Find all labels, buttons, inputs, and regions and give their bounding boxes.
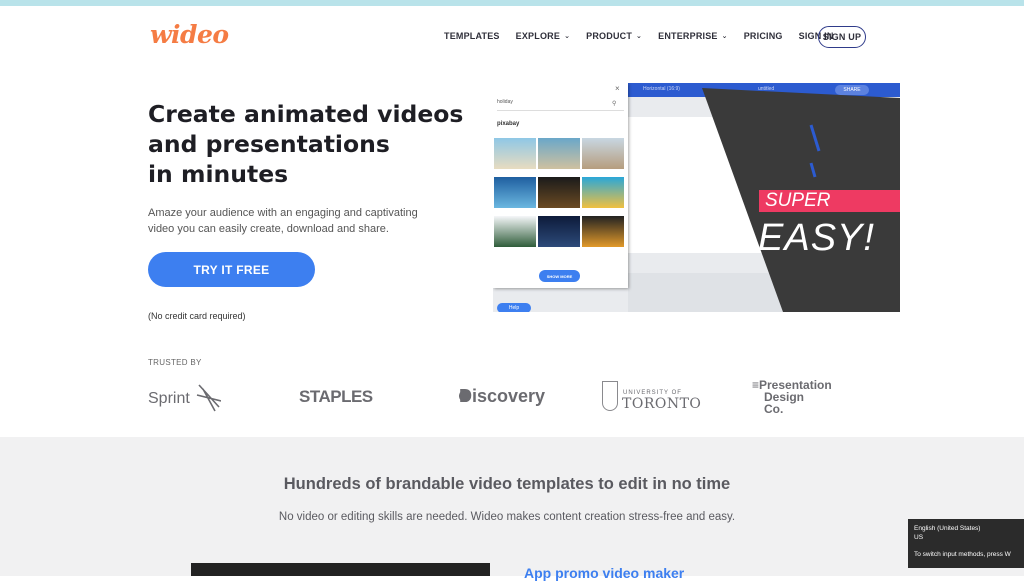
easy-overlay-text: EASY! — [758, 217, 875, 259]
hero-title-line: and presentations — [148, 130, 390, 158]
main-nav: TEMPLATES EXPLORE ⌄ PRODUCT ⌄ ENTERPRISE ⌄ … — [444, 31, 850, 41]
hero-subtitle-line: video you can easily create, download an… — [148, 223, 389, 235]
nav-label: EXPLORE — [515, 31, 561, 41]
editor-preview-image: Horizontal (16:9) untitled SHARE SUPER E… — [493, 83, 900, 312]
media-search-field: holiday — [497, 99, 624, 111]
chevron-down-icon: ⌄ — [564, 33, 571, 40]
media-thumbnail — [582, 216, 624, 247]
templates-section — [0, 437, 1024, 576]
media-thumbnail — [494, 177, 536, 208]
media-search-popup: × holiday ⚲ pixabay SHOW MORE — [493, 83, 628, 288]
chevron-down-icon: ⌄ — [721, 33, 728, 40]
super-overlay-text: SUPER — [759, 190, 900, 212]
media-thumbnail — [582, 138, 624, 169]
chevron-down-icon: ⌄ — [636, 33, 643, 40]
sprint-mark-icon — [196, 384, 221, 412]
nav-label: PRODUCT — [586, 31, 633, 41]
presentation-design-co-logo: ≡Presentation Design Co. — [752, 379, 832, 415]
nav-label: ENTERPRISE — [658, 31, 718, 41]
trusted-by-label: TRUSTED BY — [148, 358, 202, 367]
wideo-logo[interactable]: wideo — [150, 20, 229, 49]
media-thumbnail — [538, 177, 580, 208]
discovery-logo: Discovery — [459, 386, 546, 406]
editor-help-button: Help — [497, 303, 531, 312]
hero-title-line: in minutes — [148, 160, 289, 188]
nav-item-enterprise[interactable]: ENTERPRISE ⌄ — [658, 31, 728, 41]
tooltip-hint: To switch input methods, press W — [914, 551, 1011, 558]
pixabay-logo: pixabay — [497, 121, 520, 127]
media-thumbnail — [582, 177, 624, 208]
media-thumbnail — [494, 216, 536, 247]
nav-item-pricing[interactable]: PRICING — [744, 31, 783, 41]
templates-section-subtitle: No video or editing skills are needed. W… — [278, 511, 736, 523]
input-method-tooltip: English (United States) US To switch inp… — [908, 519, 1024, 568]
nav-label: TEMPLATES — [444, 31, 500, 41]
nav-item-product[interactable]: PRODUCT ⌄ — [586, 31, 642, 41]
media-thumbnail — [494, 138, 536, 169]
template-video-preview[interactable] — [191, 563, 490, 576]
nav-item-templates[interactable]: TEMPLATES — [444, 31, 500, 41]
media-thumbnail-grid — [494, 138, 627, 247]
nav-item-explore[interactable]: EXPLORE ⌄ — [516, 31, 571, 41]
media-thumbnail — [538, 138, 580, 169]
nav-label: PRICING — [743, 31, 783, 41]
template-title-link[interactable]: App promo video maker — [524, 565, 684, 581]
sign-up-button[interactable]: SIGN UP — [818, 26, 866, 48]
sprint-logo: Sprint — [148, 390, 190, 407]
hero-title: Create animated videos and presentations… — [148, 99, 488, 189]
tooltip-language: English (United States) — [914, 525, 981, 532]
no-credit-card-note: (No credit card required) — [148, 311, 246, 321]
try-it-free-button[interactable]: TRY IT FREE — [148, 252, 315, 287]
media-thumbnail — [538, 216, 580, 247]
show-more-button: SHOW MORE — [539, 270, 580, 282]
close-icon: × — [615, 84, 620, 93]
pdc-line: Co. — [764, 402, 784, 416]
tooltip-region: US — [914, 534, 924, 541]
university-crest-icon — [602, 381, 618, 411]
site-header: wideo TEMPLATES EXPLORE ⌄ PRODUCT ⌄ ENTERP… — [0, 6, 1024, 66]
templates-section-title: Hundreds of brandable video templates to… — [283, 475, 731, 493]
search-icon: ⚲ — [612, 101, 617, 107]
hero-subtitle-line: Amaze your audience with an engaging and… — [148, 207, 418, 219]
staples-logo: STAPLES — [299, 387, 373, 406]
hero-title-line: Create animated videos — [148, 100, 464, 128]
hero-subtitle: Amaze your audience with an engaging and… — [148, 205, 448, 237]
toronto-logo: TORONTO — [622, 396, 702, 412]
